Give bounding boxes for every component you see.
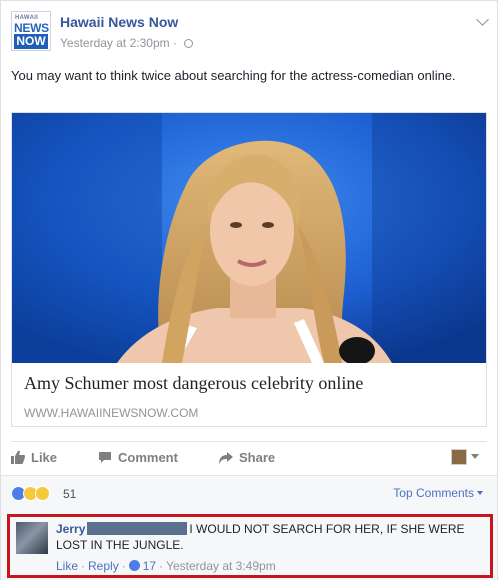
post-meta: Yesterday at 2:30pm · [60, 36, 194, 50]
comment-body: Jerry I WOULD NOT SEARCH FOR HER, IF SHE … [56, 521, 476, 553]
comment-button[interactable]: Comment [98, 450, 178, 465]
meta-separator: · [159, 559, 164, 573]
logo-news-text: NEWS [14, 21, 49, 35]
action-bar: Like Comment Share [11, 441, 487, 471]
link-image[interactable] [12, 113, 486, 363]
celebrity-photo [12, 113, 486, 363]
share-button[interactable]: Share [219, 450, 275, 465]
comment-meta: Like · Reply · 17 · Yesterday at 3:49pm [56, 559, 276, 573]
post-timestamp[interactable]: Yesterday at 2:30pm [60, 36, 170, 50]
redacted-surname [87, 522, 188, 535]
comment-sort-dropdown[interactable]: Top Comments [393, 486, 483, 500]
reaction-count: 51 [63, 487, 77, 501]
share-arrow-icon [219, 452, 233, 464]
comment-reply-link[interactable]: Reply [88, 559, 119, 573]
globe-icon [184, 39, 194, 48]
comment-like-link[interactable]: Like [56, 559, 78, 573]
comment-sort-label: Top Comments [393, 486, 474, 500]
highlighted-comment: Jerry I WOULD NOT SEARCH FOR HER, IF SHE … [7, 514, 493, 578]
comment-timestamp[interactable]: Yesterday at 3:49pm [166, 559, 276, 573]
logo-now-text: NOW [14, 34, 48, 49]
like-button[interactable]: Like [11, 450, 57, 465]
chevron-down-icon[interactable] [476, 13, 489, 26]
link-domain: WWW.HAWAIINEWSNOW.COM [24, 406, 199, 420]
link-title[interactable]: Amy Schumer most dangerous celebrity onl… [24, 373, 363, 394]
like-icon [128, 560, 140, 571]
post-text: You may want to think twice about search… [11, 68, 456, 83]
page-name-link[interactable]: Hawaii News Now [60, 14, 178, 30]
comment-author[interactable]: Jerry [56, 522, 85, 536]
caret-down-icon [477, 491, 483, 495]
speech-bubble-icon [99, 452, 111, 463]
comment-label: Comment [118, 450, 178, 465]
comment-like-count[interactable]: 17 [143, 559, 156, 573]
comments-section: 51 Top Comments Jerry I WOULD NOT SEARCH … [1, 475, 497, 580]
thumbs-up-icon [11, 450, 25, 464]
share-label: Share [239, 450, 276, 465]
post-card: HAWAII NEWS NOW Hawaii News Now Yesterda… [0, 0, 498, 580]
meta-separator: · [172, 36, 177, 50]
wow-icon [35, 486, 50, 501]
like-label: Like [31, 450, 58, 465]
avatar[interactable] [16, 522, 48, 554]
link-preview[interactable]: Amy Schumer most dangerous celebrity onl… [11, 112, 487, 427]
page-logo[interactable]: HAWAII NEWS NOW [11, 11, 51, 51]
post-header: HAWAII NEWS NOW Hawaii News Now Yesterda… [11, 11, 489, 55]
meta-separator: · [121, 559, 126, 573]
commenter-avatar-selector[interactable] [451, 449, 467, 465]
meta-separator: · [81, 559, 86, 573]
chevron-down-icon[interactable] [471, 454, 479, 459]
